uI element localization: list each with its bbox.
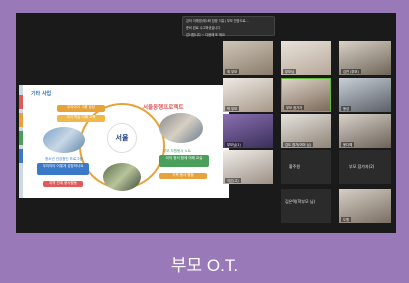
participant-name: 부모 참가자 [284, 105, 305, 110]
participant-name: 부모 참가자(2) [349, 164, 375, 169]
participant-tile-4[interactable]: 박 부모 [223, 78, 273, 112]
slide-bottom-box-left: 지역 연계 봉사활동 [43, 181, 83, 187]
participant-tile-13-video-off[interactable]: 김은택(학부모 님) [281, 189, 331, 223]
program-logo: 서울 [107, 123, 137, 153]
slide-left-box-2: 자녀 학습 이해 교육 [57, 115, 105, 122]
slide-title: 기타 사업 [31, 91, 52, 97]
participant-name: 윤다예 [341, 142, 355, 147]
participant-tile-14[interactable]: 도원 [339, 189, 391, 223]
participant-name: 김은택(학부모 님) [285, 199, 316, 204]
slide-side-tab-orange [19, 113, 23, 127]
slide-right-title: 서울동행프로젝트 [143, 105, 184, 111]
participant-name: 김연 (부모) [341, 69, 361, 74]
photo-caption: 부모 O.T. [170, 256, 239, 275]
participant-name: 박 부모 [225, 106, 240, 111]
chat-line-3: 감사합니다 ~ 다음에 또 봐요 [186, 33, 225, 37]
slide-side-tab-red [19, 95, 23, 109]
participant-tile-9[interactable]: 윤다예 [339, 114, 391, 148]
slide-side-tab-green [19, 131, 23, 145]
shared-slide: 기타 사업 우리아이 그룹 상담 자녀 학습 이해 교육 서울동행프로젝트 서울… [19, 85, 229, 198]
participant-tile-6[interactable]: 윤성 [339, 78, 391, 112]
slide-side-tab-blue [19, 149, 23, 163]
participant-name: 도원 [341, 217, 352, 222]
participant-tile-1[interactable]: 최 부모 [223, 41, 273, 75]
slide-left-bottom-box: 우리아이 어떻게 성장하나요 [37, 163, 89, 175]
slide-right-bottom-label: 부모 자원봉사 노트 [163, 149, 191, 153]
program-photo-left-top [43, 127, 85, 153]
slide-left-box-1: 우리아이 그룹 상담 [57, 105, 105, 112]
participant-tile-3[interactable]: 김연 (부모) [339, 41, 391, 75]
chat-line-1: 강아 이예영(제1화 참방 이유) 부모 안방으로... [186, 19, 249, 23]
participant-tile-12-video-off[interactable]: 부모 참가자(2) [339, 150, 391, 184]
participant-name: 이은(고) [225, 178, 241, 183]
participant-name: 황주원 [289, 164, 301, 169]
participant-tile-10[interactable]: 이은(고) [223, 150, 273, 184]
participant-name: 부모님(1) [225, 142, 243, 147]
chat-notification[interactable]: 강아 이예영(제1화 참방 이유) 부모 안방으로... 준비 완료 수고하셨습… [182, 16, 275, 37]
participant-tile-5-active-speaker[interactable]: 부모 참가자 [281, 78, 331, 112]
participant-name: 윤성 [341, 106, 352, 111]
participant-tile-8[interactable]: 김도 참가(어머 님) [281, 114, 331, 148]
program-photo-right-top [159, 113, 203, 143]
video-call-window: 기타 사업 우리아이 그룹 상담 자녀 학습 이해 교육 서울동행프로젝트 서울… [16, 13, 396, 233]
program-photo-bottom [103, 163, 141, 191]
participant-tile-2[interactable]: 부모님 [281, 41, 331, 75]
participant-tile-11-video-off[interactable]: 황주원 [281, 150, 331, 184]
chat-line-2: 준비 완료 수고하셨습니다 [186, 26, 221, 30]
slide-right-bottom-box: 아이 정서 함께 이해 교실 [159, 155, 209, 167]
participant-name: 부모님 [283, 69, 297, 74]
slide-left-bottom-label: 청소년 건강증진 프로그램 [45, 157, 83, 161]
participant-name: 김도 참가(어머 님) [283, 142, 313, 147]
participant-tile-7[interactable]: 부모님(1) [223, 114, 273, 148]
participant-name: 최 부모 [225, 69, 240, 74]
slide-bottom-box-right: 가족 봉사 활동 [159, 173, 207, 179]
